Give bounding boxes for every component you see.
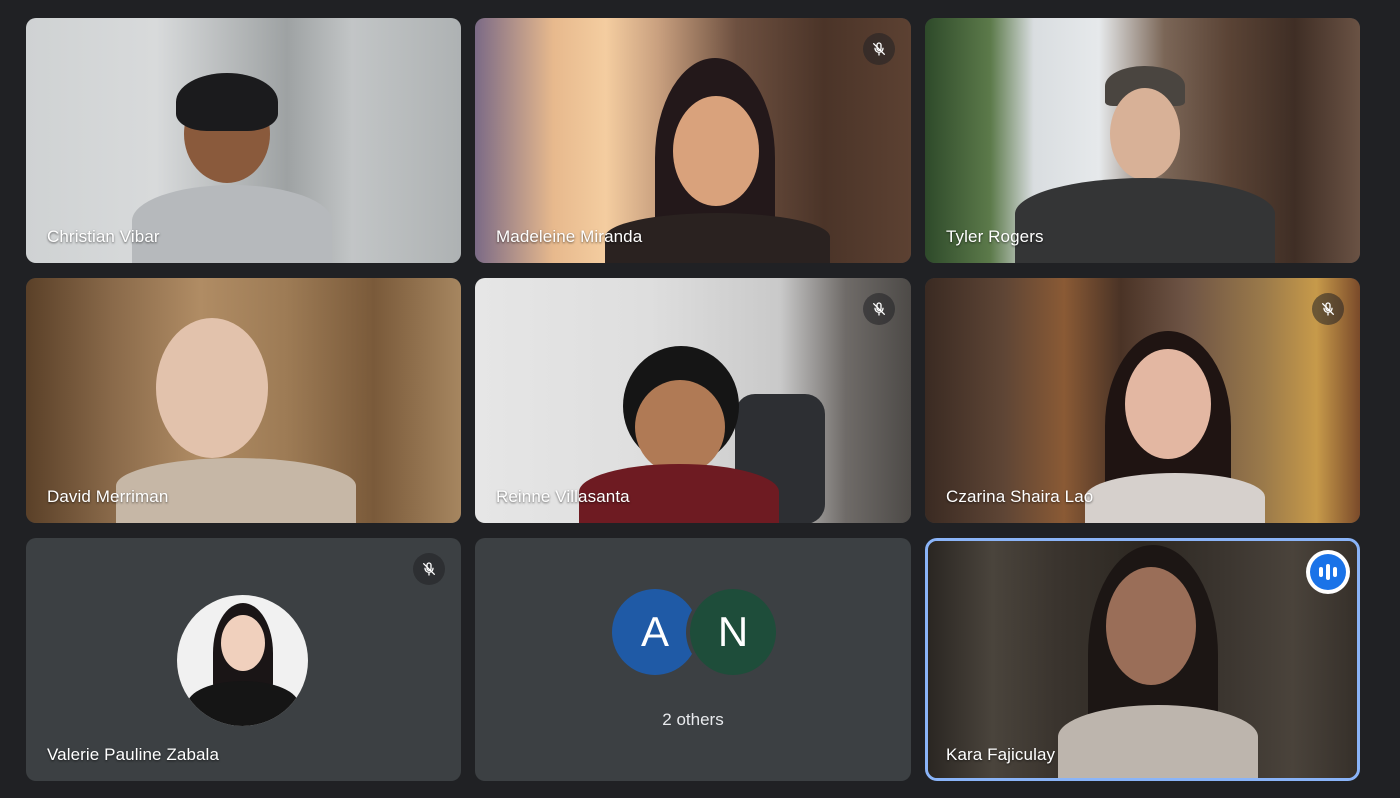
mic-off-icon	[1312, 293, 1344, 325]
participant-name: Madeleine Miranda	[496, 227, 643, 246]
participant-name: Reinne Villasanta	[496, 487, 630, 506]
participant-video	[1085, 323, 1285, 523]
mic-off-icon	[413, 553, 445, 585]
participant-name: Czarina Shaira Lao	[946, 487, 1094, 506]
participant-tile-tyler-rogers[interactable]: Tyler Rogers	[925, 18, 1360, 263]
participant-video	[132, 73, 366, 263]
mic-off-icon	[863, 293, 895, 325]
participant-video	[1015, 66, 1275, 263]
participant-name: Valerie Pauline Zabala	[47, 745, 219, 764]
participant-tile-christian-vibar[interactable]: Christian Vibar	[26, 18, 461, 263]
participant-tile-kara-fajiculay[interactable]: Kara Fajiculay	[925, 538, 1360, 781]
participant-tile-david-merriman[interactable]: David Merriman	[26, 278, 461, 523]
participant-name: Tyler Rogers	[946, 227, 1044, 246]
participant-name: David Merriman	[47, 487, 169, 506]
participant-tile-valerie-pauline-zabala[interactable]: Valerie Pauline Zabala	[26, 538, 461, 781]
meeting-grid: Christian Vibar Madeleine Miranda Tyler …	[0, 0, 1400, 798]
participant-video	[1048, 545, 1278, 778]
mic-off-icon	[863, 33, 895, 65]
avatar-initial-a: A	[612, 589, 698, 675]
participant-name: Christian Vibar	[47, 227, 160, 246]
others-tile[interactable]: A N 2 others	[475, 538, 911, 781]
participant-name: Kara Fajiculay	[946, 745, 1056, 764]
participant-tile-czarina-shaira-lao[interactable]: Czarina Shaira Lao	[925, 278, 1360, 523]
others-count-label: 2 others	[662, 710, 724, 729]
participant-tile-madeleine-miranda[interactable]: Madeleine Miranda	[475, 18, 911, 263]
avatar-initial-n: N	[690, 589, 776, 675]
audio-level-icon	[1306, 550, 1350, 594]
participant-tile-reinne-villasanta[interactable]: Reinne Villasanta	[475, 278, 911, 523]
avatar	[177, 595, 308, 726]
